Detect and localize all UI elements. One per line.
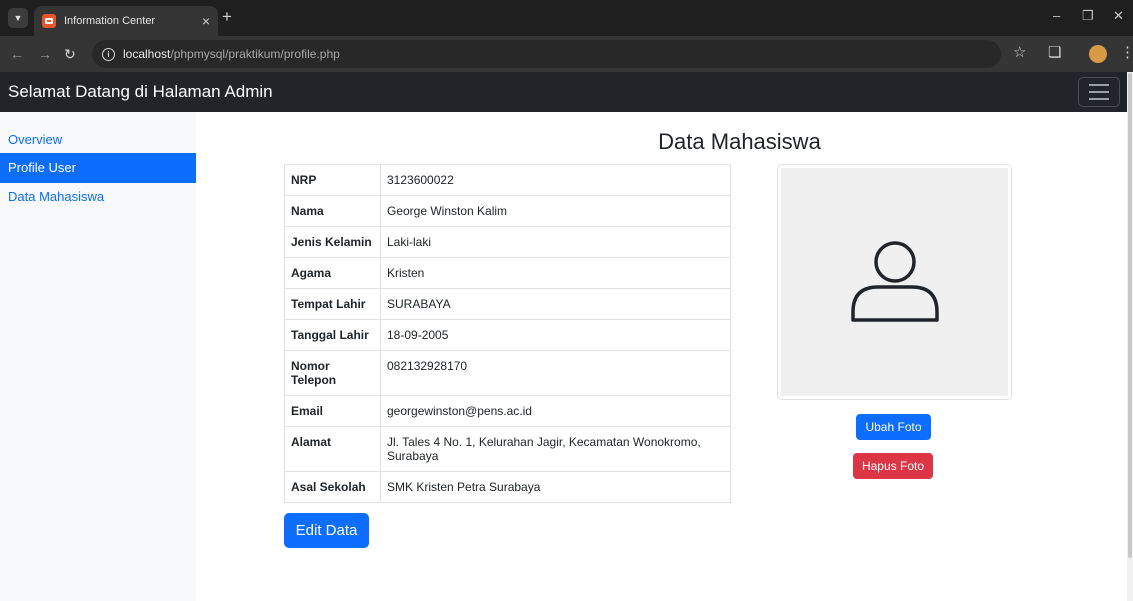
user-icon — [850, 241, 939, 322]
row-label: Tanggal Lahir — [284, 319, 381, 351]
row-value: Jl. Tales 4 No. 1, Kelurahan Jagir, Keca… — [380, 426, 731, 472]
row-value: Kristen — [380, 257, 731, 289]
table-row: Tanggal Lahir 18-09-2005 — [284, 319, 731, 351]
close-tab-icon[interactable]: × — [202, 13, 210, 29]
change-photo-button[interactable]: Ubah Foto — [856, 414, 931, 440]
main-content: Data Mahasiswa NRP 3123600022 Nama Georg… — [196, 112, 1133, 601]
row-value: georgewinston@pens.ac.id — [380, 395, 731, 427]
back-icon[interactable]: ← — [10, 46, 24, 62]
table-row: Asal Sekolah SMK Kristen Petra Surabaya — [284, 471, 731, 503]
address-bar[interactable]: i localhost /phpmysql/praktikum/profile.… — [92, 40, 1001, 68]
table-row: Alamat Jl. Tales 4 No. 1, Kelurahan Jagi… — [284, 426, 731, 472]
row-value: 082132928170 — [380, 350, 731, 396]
navbar-brand[interactable]: Selamat Datang di Halaman Admin — [8, 82, 273, 102]
profile-photo — [781, 168, 1008, 396]
row-value: George Winston Kalim — [380, 195, 731, 227]
table-row: NRP 3123600022 — [284, 164, 731, 196]
table-row: Agama Kristen — [284, 257, 731, 289]
browser-tab[interactable]: Information Center × — [34, 6, 218, 36]
scrollbar-thumb[interactable] — [1128, 73, 1132, 558]
extensions-icon[interactable]: ❏ — [1048, 45, 1061, 61]
table-row: Email georgewinston@pens.ac.id — [284, 395, 731, 427]
delete-photo-button[interactable]: Hapus Foto — [853, 453, 933, 479]
tab-title: Information Center — [64, 15, 156, 27]
row-label: Alamat — [284, 426, 381, 472]
row-label: Agama — [284, 257, 381, 289]
row-label: Jenis Kelamin — [284, 226, 381, 258]
tab-search-button[interactable]: ▼ — [8, 8, 28, 28]
page-title: Data Mahasiswa — [658, 129, 821, 154]
favicon-icon — [42, 14, 56, 28]
navbar-toggler-button[interactable] — [1078, 77, 1120, 107]
sidebar-item-profile-user[interactable]: Profile User — [0, 153, 196, 183]
table-row: Tempat Lahir SURABAYA — [284, 288, 731, 320]
row-value: 18-09-2005 — [380, 319, 731, 351]
hamburger-icon — [1089, 91, 1109, 93]
table-row: Nama George Winston Kalim — [284, 195, 731, 227]
row-label: NRP — [284, 164, 381, 196]
sidebar-item-data-mahasiswa[interactable]: Data Mahasiswa — [0, 182, 196, 212]
browser-toolbar: ← → ↻ i localhost /phpmysql/praktikum/pr… — [0, 36, 1133, 72]
minimize-icon[interactable]: – — [1053, 8, 1060, 23]
bookmark-star-icon[interactable]: ☆ — [1013, 45, 1026, 61]
close-window-icon[interactable]: ✕ — [1113, 8, 1124, 24]
url-host: localhost — [123, 47, 171, 61]
row-label: Email — [284, 395, 381, 427]
student-info-table: NRP 3123600022 Nama George Winston Kalim… — [284, 164, 731, 503]
page-navbar: Selamat Datang di Halaman Admin — [0, 72, 1133, 112]
row-label: Tempat Lahir — [284, 288, 381, 320]
hamburger-icon — [1089, 98, 1109, 100]
table-row: Nomor Telepon 082132928170 — [284, 350, 731, 396]
profile-photo-card — [777, 164, 1012, 400]
row-value: SMK Kristen Petra Surabaya — [380, 471, 731, 503]
browser-menu-icon[interactable]: ⋮ — [1120, 45, 1133, 61]
url-path: /phpmysql/praktikum/profile.php — [170, 47, 340, 61]
forward-icon[interactable]: → — [38, 46, 52, 62]
sidebar: Overview Profile User Data Mahasiswa — [0, 112, 196, 601]
new-tab-icon[interactable]: + — [222, 8, 232, 25]
row-label: Asal Sekolah — [284, 471, 381, 503]
browser-tab-bar: ▼ Information Center × + – ❐ ✕ — [0, 0, 1133, 36]
hamburger-icon — [1089, 84, 1109, 86]
site-info-icon[interactable]: i — [102, 47, 115, 61]
row-label: Nomor Telepon — [284, 350, 381, 396]
row-label: Nama — [284, 195, 381, 227]
reload-icon[interactable]: ↻ — [64, 46, 76, 62]
table-row: Jenis Kelamin Laki-laki — [284, 226, 731, 258]
row-value: Laki-laki — [380, 226, 731, 258]
row-value: 3123600022 — [380, 164, 731, 196]
profile-avatar-icon[interactable] — [1089, 45, 1107, 63]
row-value: SURABAYA — [380, 288, 731, 320]
restore-icon[interactable]: ❐ — [1082, 8, 1094, 24]
sidebar-item-overview[interactable]: Overview — [0, 125, 196, 155]
edit-data-button[interactable]: Edit Data — [284, 513, 369, 548]
